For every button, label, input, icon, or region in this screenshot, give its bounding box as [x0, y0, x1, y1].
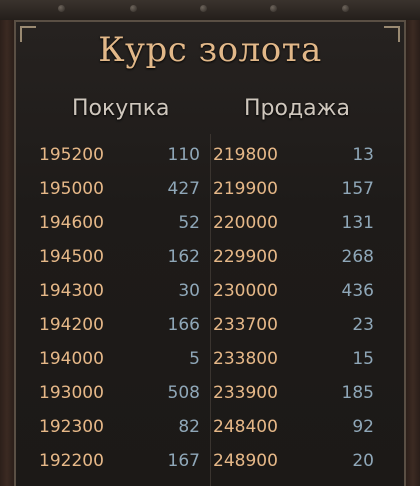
- buy-price: 194200: [39, 315, 104, 335]
- sell-quantity: 131: [341, 213, 374, 233]
- buy-quantity: 110: [167, 145, 200, 165]
- sell-price: 220000: [213, 213, 278, 233]
- sell-price: 248400: [213, 417, 278, 437]
- table-row[interactable]: 193000 508 233900 185: [16, 375, 408, 409]
- window-top-bar: [0, 0, 420, 21]
- table-row[interactable]: 192200 167 248900 20: [16, 443, 408, 477]
- buy-quantity: 5: [189, 349, 200, 369]
- sell-quantity: 268: [341, 247, 374, 267]
- sell-quantity: 13: [352, 145, 374, 165]
- buy-quantity: 508: [167, 383, 200, 403]
- table-row[interactable]: 195200 110 219800 13: [16, 137, 408, 171]
- sell-quantity: 157: [341, 179, 374, 199]
- sell-price: 233900: [213, 383, 278, 403]
- buy-column-header: Покупка: [72, 96, 170, 121]
- table-row[interactable]: 194200 166 233700 23: [16, 307, 408, 341]
- table-row[interactable]: 192300 82 248400 92: [16, 409, 408, 443]
- gold-rate-panel: Курс золота Покупка Продажа 195200 110 219…: [14, 20, 406, 486]
- buy-quantity: 82: [178, 417, 200, 437]
- buy-price: 194600: [39, 213, 104, 233]
- sell-quantity: 20: [352, 451, 374, 471]
- frame-left-border: [0, 20, 14, 486]
- rivet-icon: [200, 5, 207, 12]
- sell-quantity: 15: [352, 349, 374, 369]
- buy-price: 194500: [39, 247, 104, 267]
- sell-price: 233800: [213, 349, 278, 369]
- buy-quantity: 30: [178, 281, 200, 301]
- sell-price: 219800: [213, 145, 278, 165]
- buy-price: 193000: [39, 383, 104, 403]
- buy-price: 192300: [39, 417, 104, 437]
- table-row[interactable]: 194000 5 233800 15: [16, 341, 408, 375]
- sell-quantity: 436: [341, 281, 374, 301]
- sell-price: 219900: [213, 179, 278, 199]
- buy-quantity: 167: [167, 451, 200, 471]
- buy-quantity: 166: [167, 315, 200, 335]
- table-row[interactable]: 194300 30 230000 436: [16, 273, 408, 307]
- table-row[interactable]: 194600 52 220000 131: [16, 205, 408, 239]
- sell-quantity: 185: [341, 383, 374, 403]
- buy-quantity: 162: [167, 247, 200, 267]
- sell-price: 229900: [213, 247, 278, 267]
- rivet-icon: [270, 5, 277, 12]
- frame-right-border: [406, 20, 420, 486]
- buy-price: 194000: [39, 349, 104, 369]
- rate-table: 195200 110 219800 13 195000 427 219900 157 19460…: [16, 137, 408, 477]
- table-row[interactable]: 194500 162 229900 268: [16, 239, 408, 273]
- panel-title: Курс золота: [98, 30, 322, 70]
- sell-price: 230000: [213, 281, 278, 301]
- table-row[interactable]: 195000 427 219900 157: [16, 171, 408, 205]
- buy-price: 195000: [39, 179, 104, 199]
- rivet-icon: [342, 5, 349, 12]
- buy-price: 195200: [39, 145, 104, 165]
- buy-quantity: 52: [178, 213, 200, 233]
- sell-quantity: 23: [352, 315, 374, 335]
- rivet-icon: [58, 5, 65, 12]
- buy-quantity: 427: [167, 179, 200, 199]
- sell-quantity: 92: [352, 417, 374, 437]
- rivet-icon: [130, 5, 137, 12]
- sell-price: 248900: [213, 451, 278, 471]
- buy-price: 192200: [39, 451, 104, 471]
- gold-rate-window: Курс золота Покупка Продажа 195200 110 219…: [0, 0, 420, 486]
- buy-price: 194300: [39, 281, 104, 301]
- sell-column-header: Продажа: [244, 96, 350, 121]
- sell-price: 233700: [213, 315, 278, 335]
